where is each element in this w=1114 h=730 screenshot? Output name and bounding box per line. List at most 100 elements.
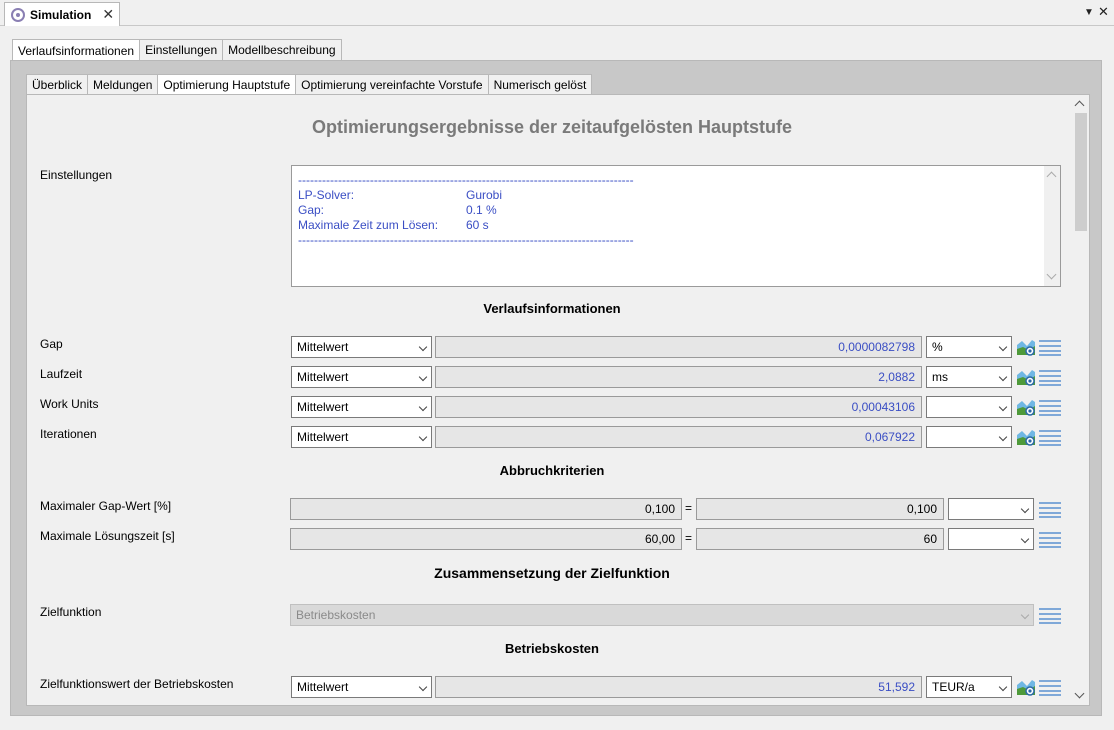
equals-sign: = [685, 531, 693, 545]
list-icon[interactable] [1039, 430, 1061, 446]
tab-einstellungen[interactable]: Einstellungen [139, 39, 224, 60]
equals-sign: = [685, 501, 693, 515]
zielfunktion-select[interactable]: Betriebskosten [290, 604, 1034, 626]
max-zeit-label: Maximale Lösungszeit [s] [40, 529, 175, 543]
gap-unit-value: % [932, 340, 943, 354]
laufzeit-mode-select[interactable]: Mittelwert [291, 366, 432, 388]
max-gap-input[interactable]: 0,100 [290, 498, 682, 520]
separator-line: ----------------------------------------… [298, 233, 634, 247]
main-tab-row: Verlaufsinformationen Einstellungen Mode… [12, 39, 342, 61]
chevron-down-icon [418, 402, 428, 412]
scroll-down-icon[interactable] [1074, 688, 1085, 699]
chart-icon[interactable] [1015, 337, 1037, 357]
chevron-down-icon [1020, 504, 1030, 514]
zielfunktion-label: Zielfunktion [40, 605, 102, 619]
tab-modellbeschreibung[interactable]: Modellbeschreibung [222, 39, 342, 60]
einstellungen-textarea[interactable]: ----------------------------------------… [291, 165, 1061, 287]
setting-key: LP-Solver: [298, 188, 355, 202]
betriebskosten-mode-value: Mittelwert [297, 680, 349, 694]
subtab-optimierung-vorstufe[interactable]: Optimierung vereinfachte Vorstufe [295, 74, 489, 95]
setting-key: Gap: [298, 203, 325, 217]
iterationen-mode-value: Mittelwert [297, 430, 349, 444]
list-icon[interactable] [1039, 502, 1061, 518]
chevron-down-icon [418, 372, 428, 382]
gap-unit-select[interactable]: % [926, 336, 1012, 358]
chevron-down-icon [998, 682, 1008, 692]
chevron-down-icon [418, 342, 428, 352]
chevron-down-icon [998, 402, 1008, 412]
chevron-down-icon [998, 342, 1008, 352]
gap-value-field: 0,0000082798 [435, 336, 922, 358]
close-icon[interactable]: ✕ [102, 6, 114, 23]
setting-row: Gap: 0.1 % [298, 203, 1054, 218]
betriebskosten-unit-value: TEUR/a [932, 680, 975, 694]
chevron-down-icon [1020, 534, 1030, 544]
gap-mode-value: Mittelwert [297, 340, 349, 354]
scroll-down-icon[interactable] [1046, 269, 1057, 280]
section-heading-zusammensetzung: Zusammensetzung der Zielfunktion [434, 565, 670, 581]
view-menu-icon[interactable]: ▼ [1084, 7, 1094, 18]
iterationen-value-field: 0,067922 [435, 426, 922, 448]
textarea-scrollbar[interactable] [1044, 166, 1060, 286]
iterationen-unit-select[interactable] [926, 426, 1012, 448]
chart-icon[interactable] [1015, 397, 1037, 417]
scroll-up-icon[interactable] [1046, 171, 1057, 182]
setting-value: Gurobi [466, 188, 503, 202]
list-icon[interactable] [1039, 400, 1061, 416]
max-gap-label: Maximaler Gap-Wert [%] [40, 499, 172, 513]
max-zeit-unit-select[interactable] [948, 528, 1034, 550]
max-zeit-input[interactable]: 60,00 [290, 528, 682, 550]
laufzeit-unit-select[interactable]: ms [926, 366, 1012, 388]
betriebskosten-value-field: 51,592 [435, 676, 922, 698]
scrollbar-thumb[interactable] [1075, 113, 1087, 231]
chart-icon[interactable] [1015, 427, 1037, 447]
list-icon[interactable] [1039, 340, 1061, 356]
work-units-value-field: 0,00043106 [435, 396, 922, 418]
separator-line: ----------------------------------------… [298, 173, 634, 187]
chevron-down-icon [1020, 610, 1030, 620]
list-icon[interactable] [1039, 370, 1061, 386]
chevron-down-icon [998, 432, 1008, 442]
gap-mode-select[interactable]: Mittelwert [291, 336, 432, 358]
setting-value: 60 s [466, 218, 489, 232]
iterationen-label: Iterationen [40, 427, 97, 441]
section-heading-abbruch: Abbruchkriterien [499, 463, 605, 478]
chart-icon[interactable] [1015, 367, 1037, 387]
betriebskosten-unit-select[interactable]: TEUR/a [926, 676, 1012, 698]
laufzeit-mode-value: Mittelwert [297, 370, 349, 384]
iterationen-mode-select[interactable]: Mittelwert [291, 426, 432, 448]
tab-verlaufsinformationen[interactable]: Verlaufsinformationen [12, 39, 141, 61]
simulation-view-tab[interactable]: Simulation ✕ [4, 2, 120, 26]
list-icon[interactable] [1039, 680, 1061, 696]
max-gap-result: 0,100 [696, 498, 944, 520]
setting-row: Maximale Zeit zum Lösen: 60 s [298, 218, 1054, 233]
laufzeit-value-field: 2,0882 [435, 366, 922, 388]
page-title: Optimierungsergebnisse der zeitaufgelöst… [311, 117, 793, 137]
subtab-numerisch-geloest[interactable]: Numerisch gelöst [487, 74, 593, 95]
work-units-mode-select[interactable]: Mittelwert [291, 396, 432, 418]
list-icon[interactable] [1039, 532, 1061, 548]
view-close-icon[interactable]: ✕ [1098, 4, 1109, 20]
setting-row: LP-Solver: Gurobi [298, 188, 1054, 203]
main-scrollbar[interactable] [1072, 95, 1089, 705]
work-units-unit-select[interactable] [926, 396, 1012, 418]
simulation-tab-label: Simulation [30, 7, 92, 22]
max-zeit-result: 60 [696, 528, 944, 550]
subtab-optimierung-hauptstufe[interactable]: Optimierung Hauptstufe [157, 74, 297, 95]
section-heading-betriebskosten: Betriebskosten [505, 641, 599, 656]
chevron-down-icon [998, 372, 1008, 382]
chevron-down-icon [418, 432, 428, 442]
setting-key: Maximale Zeit zum Lösen: [298, 218, 439, 232]
max-gap-unit-select[interactable] [948, 498, 1034, 520]
betriebskosten-mode-select[interactable]: Mittelwert [291, 676, 432, 698]
setting-value: 0.1 % [466, 203, 497, 217]
list-icon[interactable] [1039, 608, 1061, 624]
einstellungen-label: Einstellungen [40, 168, 113, 182]
chart-icon[interactable] [1015, 677, 1037, 697]
work-units-mode-value: Mittelwert [297, 400, 349, 414]
scroll-up-icon[interactable] [1074, 100, 1085, 111]
chevron-down-icon [418, 682, 428, 692]
subtab-ueberblick[interactable]: Überblick [26, 74, 89, 95]
subtab-meldungen[interactable]: Meldungen [87, 74, 159, 95]
results-panel: Optimierungsergebnisse der zeitaufgelöst… [26, 94, 1090, 706]
